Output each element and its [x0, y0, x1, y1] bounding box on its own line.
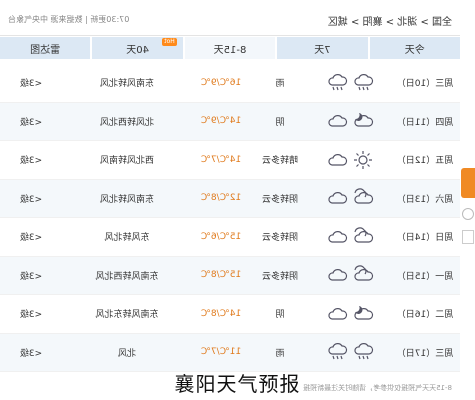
row-wind-level: <3级	[19, 156, 43, 167]
cloudy-night-icon	[310, 111, 390, 131]
row-wind: 东风转北风	[104, 233, 150, 244]
row-wind: 西北风转南风	[100, 156, 155, 167]
row-weather: 阴转多云	[262, 233, 299, 244]
row-weather: 阴	[275, 310, 285, 321]
table-row[interactable]: 周二（16日） 阴 14℃/8℃ 东南风转东北风 <3级	[0, 295, 460, 334]
row-wind-level: <3级	[19, 271, 43, 282]
row-temperature: 12℃/8℃	[200, 193, 242, 204]
row-wind-level: <3级	[19, 233, 43, 244]
row-temperature: 11℃/7℃	[200, 347, 242, 358]
row-wind: 东南风转西北风	[95, 271, 159, 282]
table-row[interactable]: 周四（11日） 阴 14℃/9℃ 北风转西北风 <3级	[0, 102, 460, 141]
row-temperature: 15℃/8℃	[200, 270, 242, 281]
row-weather: 阴	[275, 117, 285, 128]
table-row[interactable]: 周六（13日） 阴转多云 12℃/8℃ 东南风转北风 <3级	[0, 179, 460, 218]
forecast-list: 周三（10日） 雨 16℃/9℃ 东南风转北风 <3级 周四（11日） 阴 14…	[0, 64, 460, 372]
row-date: 周一（15日）	[396, 271, 454, 282]
row-wind-level: <3级	[19, 194, 43, 205]
table-row[interactable]: 周日（14日） 阴转多云 15℃/6℃ 东风转北风 <3级	[0, 218, 460, 257]
row-weather: 阴转多云	[262, 194, 299, 205]
cloudy-night-icon	[310, 304, 390, 324]
rain-icon	[310, 342, 390, 362]
row-wind-level: <3级	[19, 348, 43, 359]
update-info: 07:30更新 | 数据来源 中央气象台	[8, 15, 130, 24]
overcast-icon	[310, 188, 390, 208]
row-date: 周六（13日）	[396, 194, 454, 205]
row-temperature: 14℃/8℃	[200, 308, 242, 319]
back-to-top-icon[interactable]	[462, 230, 474, 244]
row-temperature: 16℃/9℃	[200, 77, 242, 88]
row-date: 周五（12日）	[396, 156, 454, 167]
breadcrumb[interactable]: 全国 > 湖北 > 襄阳 > 城区	[328, 13, 452, 28]
table-row[interactable]: 周五（12日） 晴转多云 14℃/7℃ 西北风转南风 <3级	[0, 141, 460, 180]
row-weather: 雨	[275, 79, 285, 90]
tab-8-15-days[interactable]: 8-15天	[182, 37, 276, 59]
row-wind: 北风	[118, 348, 137, 359]
row-wind-level: <3级	[19, 117, 43, 128]
floating-sidebar	[461, 168, 475, 268]
tab-today[interactable]: 今天	[367, 37, 460, 59]
rain-icon	[310, 73, 390, 93]
table-row[interactable]: 周一（15日） 阴转多云 15℃/8℃ 东南风转西北风 <3级	[0, 256, 460, 295]
overcast-icon	[310, 227, 390, 247]
row-date: 周三（10日）	[396, 79, 454, 90]
row-wind: 东南风转北风	[100, 194, 155, 205]
row-weather: 阴转多云	[262, 271, 299, 282]
tab-7-days[interactable]: 7天	[275, 37, 368, 59]
row-wind: 东南风转东北风	[95, 310, 159, 321]
row-temperature: 14℃/7℃	[200, 154, 242, 165]
table-row[interactable]: 周三（10日） 雨 16℃/9℃ 东南风转北风 <3级	[0, 64, 460, 103]
row-date: 周日（14日）	[396, 233, 454, 244]
overcast-icon	[310, 265, 390, 285]
screenshot-stage: 全国 > 湖北 > 襄阳 > 城区 07:30更新 | 数据来源 中央气象台 今…	[0, 0, 475, 400]
row-wind: 北风转西北风	[100, 117, 155, 128]
row-date: 周四（11日）	[396, 117, 454, 128]
row-date: 周三（17日）	[396, 348, 454, 359]
tab-40-days[interactable]: Hot 40天	[90, 37, 183, 59]
image-caption: 襄阳天气预报	[174, 372, 301, 396]
sunny-icon	[310, 150, 390, 170]
forecast-tabs: 今天 7天 8-15天 Hot 40天 雷达图	[0, 37, 460, 59]
weather-page: 全国 > 湖北 > 襄阳 > 城区 07:30更新 | 数据来源 中央气象台 今…	[0, 0, 460, 400]
row-weather: 雨	[275, 348, 285, 359]
row-weather: 晴转多云	[262, 156, 299, 167]
top-bar: 全国 > 湖北 > 襄阳 > 城区 07:30更新 | 数据来源 中央气象台	[0, 0, 460, 36]
hot-badge: Hot	[162, 38, 177, 46]
row-temperature: 15℃/6℃	[200, 231, 242, 242]
row-temperature: 14℃/9℃	[200, 116, 242, 127]
row-wind-level: <3级	[19, 310, 43, 321]
row-wind: 东南风转北风	[100, 79, 155, 90]
table-row[interactable]: 周三（17日） 雨 11℃/7℃ 北风 <3级	[0, 333, 460, 372]
row-date: 周二（16日）	[396, 310, 454, 321]
share-icon[interactable]	[462, 208, 474, 220]
tab-radar[interactable]: 雷达图	[0, 37, 91, 59]
row-wind-level: <3级	[19, 79, 43, 90]
feedback-tab-icon[interactable]	[461, 168, 475, 198]
